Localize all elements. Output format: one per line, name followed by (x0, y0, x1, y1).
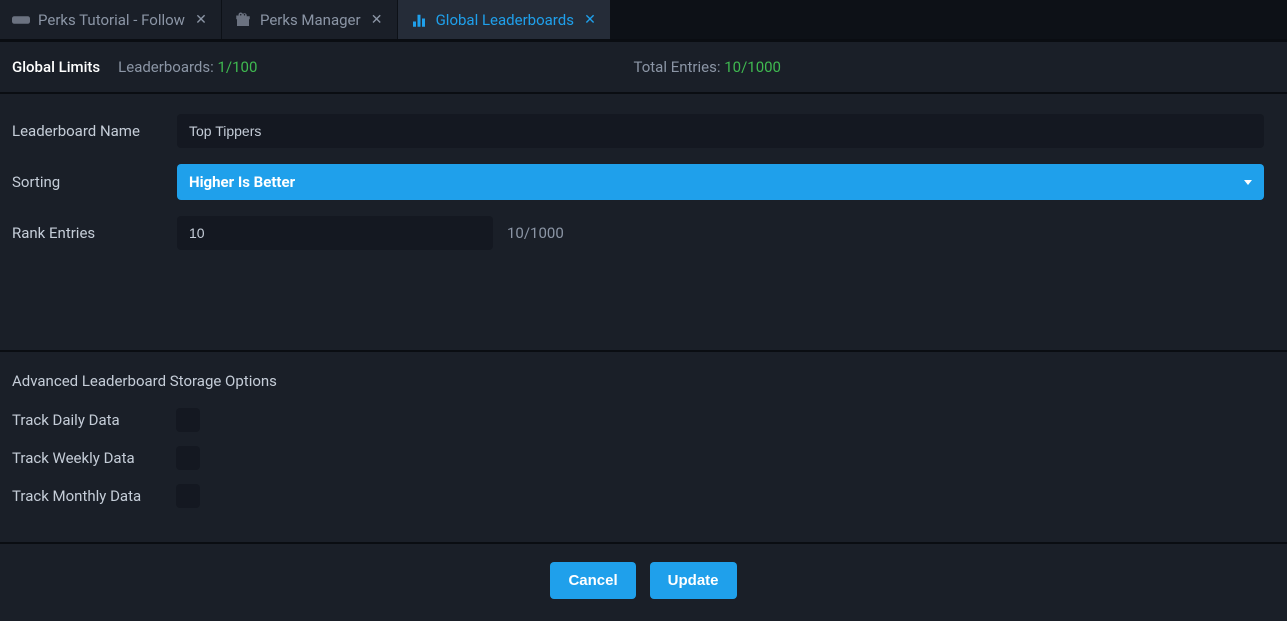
tab-label: Global Leaderboards (436, 11, 574, 29)
rank-hint: 10/1000 (507, 224, 564, 242)
global-limits-label: Global Limits (12, 58, 100, 76)
button-bar: Cancel Update (0, 544, 1287, 617)
sorting-label: Sorting (12, 173, 177, 191)
leaderboard-form: Leaderboard Name Sorting Higher Is Bette… (0, 94, 1287, 286)
tab-bar: Perks Tutorial - Follow ✕ Perks Manager … (0, 0, 1287, 40)
advanced-options: Advanced Leaderboard Storage Options Tra… (0, 352, 1287, 542)
track-weekly-checkbox[interactable] (176, 446, 200, 470)
track-daily-checkbox[interactable] (176, 408, 200, 432)
leaderboards-label: Leaderboards: (118, 58, 214, 76)
rank-label: Rank Entries (12, 224, 177, 242)
total-entries: Total Entries: 10/1000 (633, 58, 781, 76)
chevron-down-icon (1244, 180, 1252, 185)
gift-icon (234, 11, 252, 29)
update-button[interactable]: Update (650, 562, 737, 599)
leaderboards-count: Leaderboards: 1/100 (118, 58, 257, 76)
sorting-value: Higher Is Better (189, 173, 295, 191)
total-entries-label: Total Entries: (633, 58, 720, 76)
sorting-row: Sorting Higher Is Better (12, 164, 1275, 200)
track-monthly-label: Track Monthly Data (12, 487, 162, 505)
rank-row: Rank Entries 10/1000 (12, 216, 1275, 250)
cancel-button[interactable]: Cancel (550, 562, 635, 599)
leaderboards-value: 1/100 (218, 58, 258, 76)
tab-perks-tutorial[interactable]: Perks Tutorial - Follow ✕ (0, 0, 222, 39)
leaderboard-icon (410, 11, 428, 29)
track-daily-label: Track Daily Data (12, 411, 162, 429)
track-monthly-checkbox[interactable] (176, 484, 200, 508)
track-daily-row: Track Daily Data (12, 408, 1275, 432)
total-entries-value: 10/1000 (724, 58, 781, 76)
close-icon[interactable]: ✕ (582, 12, 598, 28)
track-weekly-row: Track Weekly Data (12, 446, 1275, 470)
rank-entries-input[interactable] (177, 216, 493, 250)
global-limits-bar: Global Limits Leaderboards: 1/100 Total … (0, 42, 1287, 92)
close-icon[interactable]: ✕ (369, 12, 385, 28)
advanced-title: Advanced Leaderboard Storage Options (12, 372, 1275, 390)
tab-label: Perks Manager (260, 11, 361, 29)
sorting-select[interactable]: Higher Is Better (177, 164, 1264, 200)
name-label: Leaderboard Name (12, 122, 177, 140)
close-icon[interactable]: ✕ (193, 12, 209, 28)
gamepad-icon (12, 11, 30, 29)
track-monthly-row: Track Monthly Data (12, 484, 1275, 508)
name-row: Leaderboard Name (12, 114, 1275, 148)
track-weekly-label: Track Weekly Data (12, 449, 162, 467)
tab-perks-manager[interactable]: Perks Manager ✕ (222, 0, 398, 39)
leaderboard-name-input[interactable] (177, 114, 1264, 148)
tab-global-leaderboards[interactable]: Global Leaderboards ✕ (398, 0, 611, 39)
tab-label: Perks Tutorial - Follow (38, 11, 185, 29)
